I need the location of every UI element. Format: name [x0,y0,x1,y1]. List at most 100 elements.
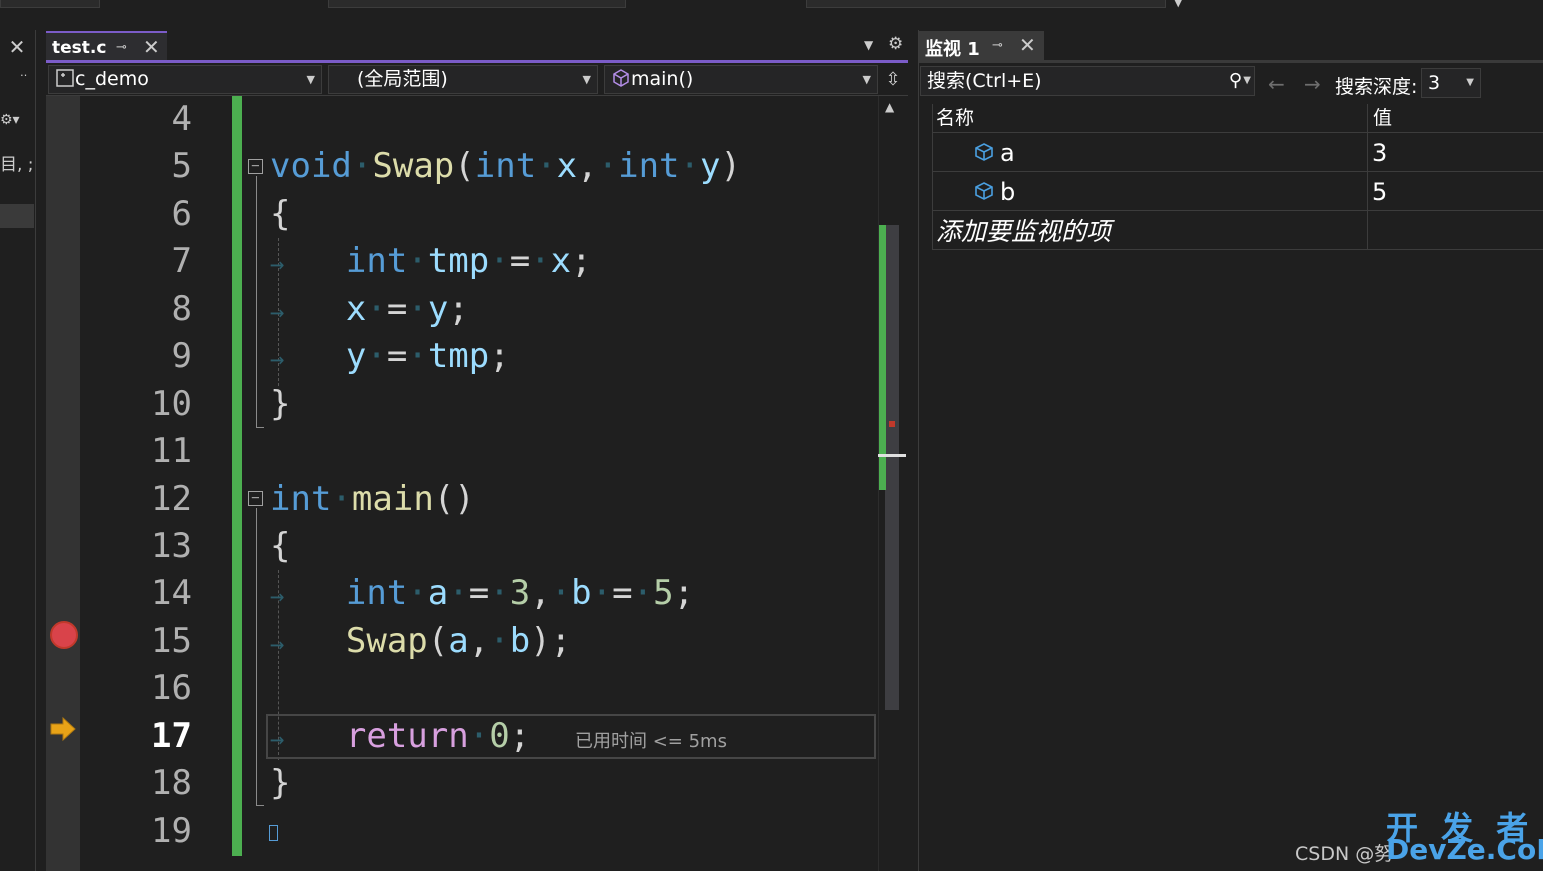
row-divider [932,210,1543,211]
scope-dropdown[interactable]: (全局范围) ▼ [328,65,598,94]
tab-list-dropdown-icon[interactable]: ▼ [864,38,873,52]
collapse-icon[interactable]: − [248,491,263,506]
current-statement-arrow-icon [50,716,76,742]
chevron-down-icon: ▼ [1466,77,1474,88]
watch-search-input[interactable]: 搜索(Ctrl+E) ⚲ ▼ [920,66,1255,96]
settings-dropdown-icon[interactable]: ⚙▾ [0,112,20,128]
code-line-7[interactable]: → int·tmp·=·x; [270,238,592,285]
csdn-credit: CSDN @努 [1295,843,1394,865]
watch-left-border [932,104,933,250]
glyph-margin[interactable] [46,96,80,871]
project-dropdown[interactable]: c_demo ▼ [48,65,322,94]
current-line-number: 17 [151,716,192,756]
watch-tab-line [919,60,1543,63]
close-watch-icon[interactable]: ✕ [1019,33,1036,57]
code-line-8[interactable]: → x·=·y; [270,286,469,333]
pin-icon[interactable]: ⊸ [992,38,1003,53]
row-divider [932,249,1543,250]
method-cube-icon [613,69,629,87]
line-number: 14 [151,573,192,613]
line-number: 16 [151,668,192,708]
row-divider [932,171,1543,172]
variable-cube-icon [975,143,993,161]
watch-row-value[interactable]: 5 [1372,178,1387,206]
scope-guide [256,508,257,806]
project-icon [56,69,74,87]
code-line-18[interactable]: } [270,760,290,807]
code-line-6[interactable]: { [270,191,290,238]
scope-guide-end [256,427,264,428]
search-icon[interactable]: ⚲ [1229,67,1242,95]
scroll-up-icon[interactable]: ▲ [885,100,894,114]
line-number: 12 [151,479,192,519]
watch-row-name[interactable]: a [1000,139,1015,167]
code-line-9[interactable]: → y·=·tmp; [270,333,510,380]
watch-row-name[interactable]: b [1000,178,1015,206]
toolbar-dropdown-icon[interactable]: ▼ [1174,0,1182,9]
line-number: 11 [151,431,192,471]
collapse-icon[interactable]: − [248,159,263,174]
code-line-15[interactable]: → Swap(a,·b); [270,618,571,665]
code-line-12[interactable]: int·main() [270,476,475,523]
scope-guide-end [256,805,264,806]
line-number: 19 [151,811,192,851]
column-separator[interactable] [1367,104,1368,250]
search-back-icon[interactable]: ← [1268,72,1285,96]
top-toolbar [0,0,1543,30]
watch-row-value[interactable]: 3 [1372,139,1387,167]
line-number: 18 [151,763,192,803]
left-panel-selected-row[interactable] [0,204,34,228]
search-options-chevron-icon[interactable]: ▼ [1243,67,1251,95]
close-icon[interactable]: ✕ [6,36,28,58]
member-name: main() [631,68,694,90]
search-depth-select[interactable]: 3 ▼ [1421,68,1481,98]
code-line-17[interactable]: → return·0; [270,713,530,760]
text-cursor [269,825,278,841]
line-number: 8 [171,289,192,329]
line-number: 15 [151,621,192,661]
watch-tab-title: 监视 1 [925,39,980,60]
tab-watch-1[interactable]: 监视 1 ⊸ ✕ [919,31,1044,61]
row-divider [932,132,1543,133]
line-number: 10 [151,384,192,424]
column-header-value[interactable]: 值 [1373,104,1392,132]
toolbar-box-left[interactable] [0,0,100,8]
chevron-down-icon: ▼ [306,73,315,86]
toolbar-box-middle[interactable] [328,0,626,8]
line-number: 7 [171,241,192,281]
code-line-14[interactable]: → int·a·=·3,·b·=·5; [270,570,694,617]
variable-cube-icon [975,182,993,200]
more-icon[interactable]: ‥ [20,66,27,79]
search-depth-label: 搜索深度: [1335,76,1418,98]
code-line-13[interactable]: { [270,523,290,570]
chevron-down-icon: ▼ [862,73,871,86]
scope-name: (全局范围) [357,68,448,90]
column-header-name[interactable]: 名称 [936,104,974,132]
toolbar-box-right[interactable] [806,0,1166,8]
scrollbar-position-marker [878,454,906,457]
search-forward-icon[interactable]: → [1304,72,1321,96]
perf-tip[interactable]: 已用时间 <= 5ms [575,727,727,753]
split-editor-icon[interactable]: ⇳ [880,66,906,94]
close-tab-icon[interactable]: ✕ [143,35,160,59]
add-watch-item[interactable]: 添加要监视的项 [936,212,1111,248]
member-dropdown[interactable]: main() ▼ [604,65,878,94]
code-line-10[interactable]: } [270,381,290,428]
pin-icon[interactable]: ⊸ [116,40,127,55]
line-number: 6 [171,194,192,234]
chevron-down-icon: ▼ [582,73,591,86]
breakpoint-icon[interactable] [50,621,78,649]
line-number: 4 [171,99,192,139]
tab-test-c[interactable]: test.c ⊸ ✕ [46,31,167,61]
search-placeholder: 搜索(Ctrl+E) [927,70,1042,92]
line-number: 13 [151,526,192,566]
gear-icon[interactable]: ⚙ [888,34,903,54]
project-name: c_demo [75,68,149,90]
scrollbar-breakpoint-marker [889,421,895,427]
code-line-5[interactable]: void·Swap(int·x,·int·y) [270,143,741,190]
tab-title: test.c [52,38,107,58]
scrollbar-thumb[interactable] [885,225,899,710]
watermark-bottom: DevZe.CoM [1386,833,1543,866]
scrollbar-change-marker [879,225,886,490]
scope-guide [256,176,257,428]
